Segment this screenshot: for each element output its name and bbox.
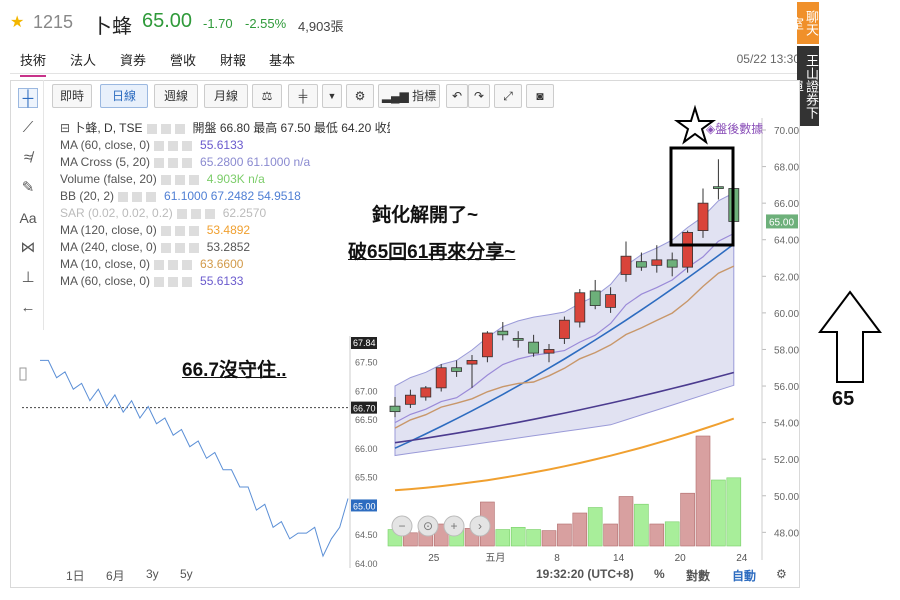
- reference-label: 66.70: [353, 404, 376, 414]
- after-hours-text: 盤後數據: [715, 122, 764, 136]
- candle-body: [543, 349, 555, 354]
- up-arrow-icon: [818, 290, 882, 383]
- y-tick-label: 68.00: [774, 163, 799, 174]
- candle-body: [636, 261, 647, 268]
- auto-toggle[interactable]: 自動: [732, 567, 756, 584]
- inset-y-tick-label: 67.00: [355, 386, 378, 396]
- y-tick-label: 50.00: [774, 492, 799, 503]
- candle-body: [697, 202, 709, 231]
- zoom-control-icon: ›: [478, 519, 482, 533]
- volume-bar: [664, 521, 680, 547]
- candle-body: [497, 330, 509, 336]
- candle-body: [389, 405, 401, 413]
- zoom-control-icon: −: [398, 519, 405, 533]
- volume-bar: [587, 507, 603, 547]
- volume-bar: [634, 503, 649, 547]
- y-tick-label: 52.00: [774, 455, 799, 466]
- candle-body: [651, 259, 663, 266]
- volume-bar: [711, 479, 726, 547]
- volume-bar: [541, 530, 557, 547]
- inset-y-tick-label: 67.50: [355, 358, 378, 368]
- volume-bar: [618, 496, 634, 547]
- volume-bar: [510, 526, 526, 547]
- x-tick-label: 8: [554, 553, 560, 564]
- inset-y-tick-label: 66.50: [355, 415, 378, 425]
- candle-body: [574, 292, 586, 323]
- chart-bottom-bar: 1日 6月 3y 5y 19:32:20 (UTC+8) % 對數 自動 ⚙: [54, 565, 798, 583]
- candle-body: [512, 338, 524, 341]
- percent-toggle[interactable]: %: [654, 567, 665, 581]
- volume-bar: [526, 529, 541, 547]
- x-tick-label: 20: [675, 553, 687, 564]
- candle-body: [682, 232, 693, 268]
- candle-body: [589, 290, 601, 306]
- candle-body: [481, 332, 493, 358]
- range-6m[interactable]: 6月: [106, 567, 125, 584]
- annotation-arrow-value: 65: [832, 388, 855, 410]
- annotation-not-hold: 66.7沒守住..: [182, 360, 287, 381]
- candle-body: [420, 387, 432, 398]
- volume-bar: [495, 529, 511, 547]
- candle-body: [559, 319, 570, 339]
- x-tick-label: 25: [428, 553, 440, 564]
- candle-body: [605, 294, 616, 308]
- volume-bar: [557, 523, 572, 547]
- inset-y-tick-label: 66.00: [355, 444, 378, 454]
- y-tick-label: 70.00: [774, 126, 799, 137]
- inset-y-tick-label: 64.50: [355, 530, 378, 540]
- after-hours-label[interactable]: ◈盤後數據: [706, 120, 763, 137]
- candle-body: [666, 259, 678, 268]
- inset-current-label: 65.00: [353, 501, 376, 511]
- annotation-blunt: 鈍化解開了~: [372, 205, 479, 226]
- range-3y[interactable]: 3y: [146, 567, 159, 581]
- y-tick-label: 58.00: [774, 345, 799, 356]
- candlestick-chart[interactable]: 70.00 68.00 66.00 64.00 62.00 60.00 58.00 56.00…: [0, 0, 900, 600]
- zoom-control-icon: +: [450, 519, 457, 533]
- y-tick-label: 54.00: [774, 419, 799, 430]
- log-toggle[interactable]: 對數: [686, 567, 710, 584]
- x-tick-label: 14: [613, 553, 625, 564]
- range-1d[interactable]: 1日: [66, 567, 85, 584]
- x-tick-label: 24: [736, 553, 748, 564]
- volume-bar: [649, 523, 665, 547]
- volume-bar: [726, 477, 742, 547]
- volume-bar: [695, 435, 711, 547]
- current-price-label: 65.00: [769, 217, 794, 228]
- candle-body: [528, 341, 539, 354]
- y-tick-label: 48.00: [774, 528, 799, 539]
- candle-body: [466, 360, 478, 365]
- inset-y-tick-label: 65.50: [355, 473, 378, 483]
- server-time: 19:32:20 (UTC+8): [536, 567, 634, 581]
- volume-bar: [680, 492, 695, 547]
- annotation-break: 破65回61再來分享~: [348, 242, 516, 263]
- y-tick-label: 60.00: [774, 309, 799, 320]
- y-tick-label: 66.00: [774, 199, 799, 210]
- volume-bar: [603, 523, 618, 547]
- candle-body: [620, 255, 632, 275]
- volume-bar: [572, 512, 588, 547]
- candle-body: [451, 367, 463, 372]
- zoom-control-icon: ⊙: [423, 519, 433, 533]
- y-tick-label: 62.00: [774, 272, 799, 283]
- candle-body: [404, 394, 416, 405]
- y-tick-label: 64.00: [774, 236, 799, 247]
- x-tick-label: 五月: [485, 552, 505, 564]
- candle-body: [713, 186, 724, 189]
- range-5y[interactable]: 5y: [180, 567, 193, 581]
- candle-body: [435, 367, 447, 389]
- inset-max-label: 67.84: [353, 338, 376, 348]
- y-tick-label: 56.00: [774, 382, 799, 393]
- after-hours-icon: ◈: [706, 122, 716, 136]
- settings-icon[interactable]: ⚙: [776, 567, 787, 581]
